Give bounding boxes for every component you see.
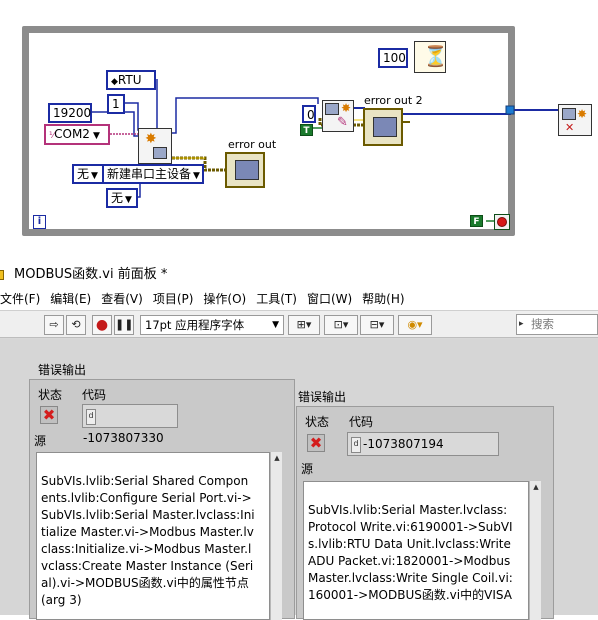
rtu-mode-ring[interactable]: ◆RTU	[106, 70, 156, 90]
labview-icon	[0, 270, 4, 280]
close-master-vi[interactable]: ✸ ✕	[558, 104, 592, 136]
menubar: 文件(F) 编辑(E) 查看(V) 项目(P) 操作(O) 工具(T) 窗口(W…	[0, 288, 598, 310]
error-out-indicator[interactable]	[225, 152, 265, 188]
window-titlebar[interactable]: MODBUS函数.vi 前面板 *	[0, 262, 598, 288]
metronome-icon: ⏳	[423, 44, 448, 68]
create-master-vi[interactable]: ✸	[138, 128, 172, 164]
error-cluster-right[interactable]: 状态 代码 ✖ d -1073807194 源 SubVIs.lvlib:Seri…	[296, 406, 554, 620]
status-label: 状态	[305, 415, 330, 429]
code-label: 代码	[349, 415, 374, 429]
scroll-up-icon[interactable]: ▲	[531, 482, 541, 492]
resize-objects-icon[interactable]: ⊟▾	[360, 315, 394, 335]
parity-label: 无	[77, 167, 90, 181]
device-icon	[325, 103, 339, 115]
error-code-field[interactable]: d -1073807194	[347, 432, 499, 456]
instance-mode-label: 新建串口主设备	[107, 167, 192, 181]
device-icon	[153, 147, 167, 159]
false-constant[interactable]: F	[470, 215, 483, 227]
error-source-value: SubVIs.lvlib:Serial Master.lvclass:Proto…	[308, 503, 513, 602]
source-scrollbar[interactable]: ▲	[529, 481, 541, 620]
run-arrow-icon[interactable]: ⇨	[44, 315, 64, 335]
error-source-value: SubVIs.lvlib:Serial Shared Components.lv…	[41, 474, 255, 607]
source-scrollbar[interactable]: ▲	[270, 452, 282, 620]
search-input[interactable]: ▸ 搜索	[516, 314, 598, 335]
window-title: MODBUS函数.vi 前面板 *	[14, 267, 168, 282]
error-code-field[interactable]: d -1073807330	[82, 404, 178, 445]
slave-id-constant[interactable]: 1	[107, 94, 125, 114]
wait-vi[interactable]: ⏳	[414, 41, 448, 73]
error-cluster-icon	[373, 117, 397, 137]
menu-view[interactable]: 查看(V)	[101, 288, 149, 310]
device-icon	[562, 108, 576, 120]
error-cluster-right-title: 错误输出	[298, 390, 347, 404]
star-icon: ✸	[341, 101, 352, 115]
rtu-label: RTU	[117, 73, 142, 87]
menu-edit[interactable]: 编辑(E)	[50, 288, 97, 310]
close-icon: ✕	[565, 121, 575, 134]
pause-icon[interactable]: ❚❚	[114, 315, 134, 335]
front-panel-window: MODBUS函数.vi 前面板 * 文件(F) 编辑(E) 查看(V) 项目(P…	[0, 262, 598, 620]
flow-control-ring[interactable]: 无 ▼	[106, 188, 138, 208]
com-port-selector[interactable]: ⅟COM2 ▼	[44, 124, 110, 145]
baud-rate-constant[interactable]: 19200	[48, 103, 92, 123]
reorder-icon[interactable]: ◉▾	[398, 315, 432, 335]
run-continuously-icon[interactable]: ⟲	[66, 315, 86, 335]
font-selector-label: 17pt 应用程序字体	[145, 318, 245, 332]
numeric-format-icon: d	[86, 409, 96, 425]
parity-ring[interactable]: 无 ▼	[72, 164, 104, 184]
numeric-format-icon: d	[351, 437, 361, 453]
source-label: 源	[34, 434, 47, 448]
ring-arrow-icon: ◆	[111, 77, 118, 87]
star-icon: ✸	[577, 107, 588, 121]
status-error-icon[interactable]: ✖	[307, 434, 325, 452]
toolbar: ⇨ ⟲ ● ❚❚ 17pt 应用程序字体 ▼ ⊞▾ ⊡▾ ⊟▾ ◉▾ ▸ 搜索	[0, 310, 598, 338]
search-placeholder: 搜索	[531, 317, 554, 331]
stop-icon	[497, 217, 507, 227]
search-arrow-icon: ▸	[519, 319, 524, 329]
write-single-coil-vi[interactable]: ✸ ✎	[322, 100, 354, 132]
loop-stop-terminal[interactable]	[494, 214, 510, 230]
com-port-label: COM2	[54, 127, 90, 141]
error-cluster-left[interactable]: 状态 代码 ✖ d -1073807330 源 SubVIs.lvlib:Seri…	[29, 379, 295, 620]
pencil-icon: ✎	[337, 115, 348, 130]
instance-mode-ring[interactable]: 新建串口主设备 ▼	[102, 164, 204, 184]
chevron-down-icon: ▼	[91, 171, 98, 181]
error-code-value: -1073807194	[363, 437, 444, 451]
distribute-objects-icon[interactable]: ⊡▾	[324, 315, 358, 335]
code-label: 代码	[82, 388, 107, 402]
error-cluster-left-title: 错误输出	[38, 363, 87, 377]
menu-tools[interactable]: 工具(T)	[256, 288, 303, 310]
menu-operate[interactable]: 操作(O)	[203, 288, 252, 310]
chevron-down-icon: ▼	[125, 195, 132, 205]
error-cluster-icon	[235, 160, 259, 180]
abort-icon[interactable]: ●	[92, 315, 112, 335]
source-label: 源	[301, 462, 314, 476]
chevron-down-icon: ▼	[193, 171, 200, 181]
menu-help[interactable]: 帮助(H)	[362, 288, 410, 310]
error-out-label: error out	[228, 138, 277, 151]
true-constant[interactable]: T	[300, 124, 313, 136]
flow-control-label: 无	[111, 191, 124, 205]
font-selector[interactable]: 17pt 应用程序字体 ▼	[140, 315, 284, 335]
iteration-terminal[interactable]: i	[33, 215, 46, 229]
status-label: 状态	[38, 388, 63, 402]
error-out-2-label: error out 2	[364, 94, 423, 107]
coil-address-constant[interactable]: 0	[302, 105, 316, 123]
error-source-text[interactable]: SubVIs.lvlib:Serial Master.lvclass:Proto…	[303, 481, 529, 620]
menu-project[interactable]: 项目(P)	[153, 288, 200, 310]
wait-ms-constant[interactable]: 100	[378, 48, 408, 68]
scroll-up-icon[interactable]: ▲	[272, 453, 282, 463]
align-objects-icon[interactable]: ⊞▾	[288, 315, 320, 335]
status-error-icon[interactable]: ✖	[40, 406, 58, 424]
chevron-down-icon: ▼	[92, 131, 100, 141]
star-icon: ✸	[145, 131, 157, 147]
menu-file[interactable]: 文件(F)	[0, 288, 46, 310]
front-panel-canvas[interactable]: 错误输出 状态 代码 ✖ d -1073807330 源 SubVIs.lvlib…	[0, 339, 598, 620]
block-diagram: ◆RTU 1 19200 ⅟COM2 ▼ ✸ 无 ▼ 新建串口主设备 ▼ 无 ▼ err…	[0, 0, 598, 262]
error-code-value: -1073807330	[83, 431, 164, 445]
menu-window[interactable]: 窗口(W)	[307, 288, 358, 310]
error-out-2-indicator[interactable]	[363, 108, 403, 146]
chevron-down-icon: ▼	[272, 320, 279, 330]
error-source-text[interactable]: SubVIs.lvlib:Serial Shared Components.lv…	[36, 452, 270, 620]
